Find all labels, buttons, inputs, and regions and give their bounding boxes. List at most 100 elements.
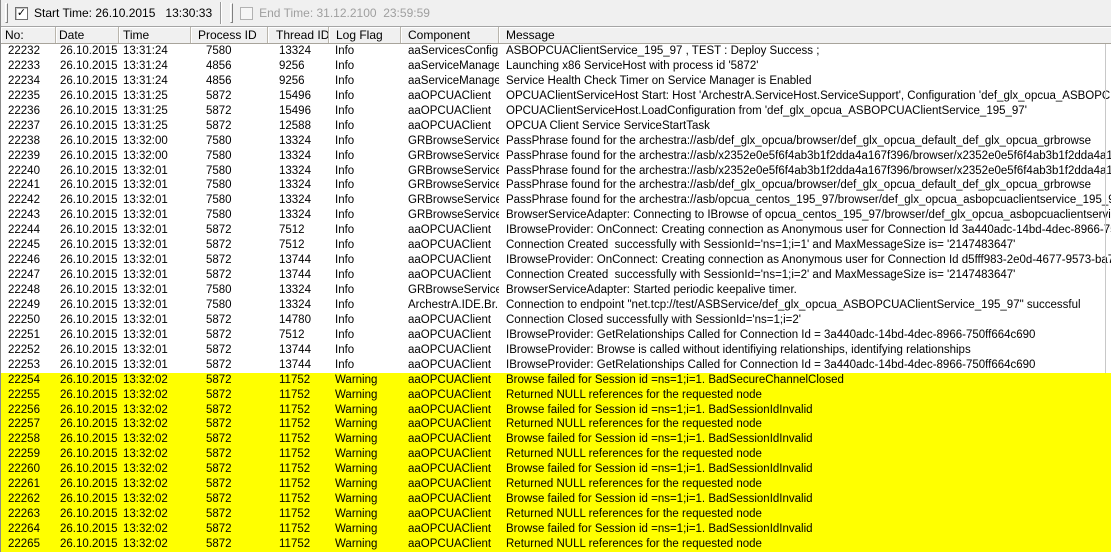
cell-log-flag: Warning: [329, 507, 401, 522]
log-row[interactable]: 2226026.10.201513:32:02587211752Warninga…: [1, 462, 1111, 477]
log-row[interactable]: 2224226.10.201513:32:01758013324InfoGRBr…: [1, 193, 1111, 208]
cell-log-flag: Warning: [329, 373, 401, 388]
log-row[interactable]: 2225126.10.201513:32:0158727512InfoaaOPC…: [1, 328, 1111, 343]
cell-thread-id: 7512: [268, 223, 329, 238]
cell-date: 26.10.2015: [56, 164, 119, 179]
cell-date: 26.10.2015: [56, 238, 119, 253]
cell-message: PassPhrase found for the archestra://asb…: [499, 149, 1111, 164]
column-header-component[interactable]: Component: [401, 27, 499, 43]
cell-process-id: 5872: [191, 223, 268, 238]
log-row[interactable]: 2224126.10.201513:32:01758013324InfoGRBr…: [1, 178, 1111, 193]
cell-process-id: 5872: [191, 388, 268, 403]
log-row[interactable]: 2224626.10.201513:32:01587213744InfoaaOP…: [1, 253, 1111, 268]
start-time-checkbox[interactable]: ✓: [15, 7, 28, 20]
cell-message: Connection Created successfully with Ses…: [499, 238, 1111, 253]
cell-log-flag: Warning: [329, 522, 401, 537]
cell-date: 26.10.2015: [56, 193, 119, 208]
log-row[interactable]: 2225326.10.201513:32:01587213744InfoaaOP…: [1, 358, 1111, 373]
cell-process-id: 7580: [191, 149, 268, 164]
cell-process-id: 5872: [191, 462, 268, 477]
cell-time: 13:32:02: [119, 447, 191, 462]
cell-component: aaOPCUAClient: [401, 104, 499, 119]
column-header-process-id[interactable]: Process ID: [191, 27, 268, 43]
cell-thread-id: 13744: [268, 253, 329, 268]
column-header-log-flag[interactable]: Log Flag: [329, 27, 401, 43]
cell-thread-id: 13744: [268, 268, 329, 283]
cell-time: 13:32:02: [119, 507, 191, 522]
cell-date: 26.10.2015: [56, 492, 119, 507]
log-row[interactable]: 2225026.10.201513:32:01587214780InfoaaOP…: [1, 313, 1111, 328]
cell-no: 22254: [1, 373, 56, 388]
log-row[interactable]: 2225226.10.201513:32:01587213744InfoaaOP…: [1, 343, 1111, 358]
log-row[interactable]: 2225626.10.201513:32:02587211752Warninga…: [1, 403, 1111, 418]
log-row[interactable]: 2223426.10.201513:31:2448569256InfoaaSer…: [1, 74, 1111, 89]
log-row[interactable]: 2225926.10.201513:32:02587211752Warninga…: [1, 447, 1111, 462]
log-row[interactable]: 2223826.10.201513:32:00758013324InfoGRBr…: [1, 134, 1111, 149]
cell-date: 26.10.2015: [56, 44, 119, 59]
cell-thread-id: 9256: [268, 74, 329, 89]
cell-component: aaOPCUAClient: [401, 537, 499, 552]
cell-no: 22256: [1, 403, 56, 418]
log-row[interactable]: 2223226.10.201513:31:24758013324InfoaaSe…: [1, 44, 1111, 59]
log-row[interactable]: 2224026.10.201513:32:01758013324InfoGRBr…: [1, 164, 1111, 179]
cell-time: 13:32:02: [119, 388, 191, 403]
log-row[interactable]: 2226326.10.201513:32:02587211752Warninga…: [1, 507, 1111, 522]
cell-log-flag: Info: [329, 208, 401, 223]
cell-time: 13:32:00: [119, 149, 191, 164]
cell-thread-id: 13324: [268, 208, 329, 223]
log-row[interactable]: 2224826.10.201513:32:01758013324InfoGRBr…: [1, 283, 1111, 298]
cell-thread-id: 13324: [268, 44, 329, 59]
log-row[interactable]: 2223726.10.201513:31:25587212588InfoaaOP…: [1, 119, 1111, 134]
cell-thread-id: 11752: [268, 462, 329, 477]
log-row[interactable]: 2223626.10.201513:31:25587215496InfoaaOP…: [1, 104, 1111, 119]
cell-no: 22248: [1, 283, 56, 298]
log-row[interactable]: 2224326.10.201513:32:01758013324InfoGRBr…: [1, 208, 1111, 223]
column-header-time[interactable]: Time: [119, 27, 191, 43]
log-row[interactable]: 2225726.10.201513:32:02587211752Warninga…: [1, 417, 1111, 432]
log-row[interactable]: 2224726.10.201513:32:01587213744InfoaaOP…: [1, 268, 1111, 283]
log-row[interactable]: 2226226.10.201513:32:02587211752Warninga…: [1, 492, 1111, 507]
cell-date: 26.10.2015: [56, 178, 119, 193]
cell-log-flag: Info: [329, 328, 401, 343]
log-row[interactable]: 2226126.10.201513:32:02587211752Warninga…: [1, 477, 1111, 492]
log-row[interactable]: 2226426.10.201513:32:02587211752Warninga…: [1, 522, 1111, 537]
cell-date: 26.10.2015: [56, 328, 119, 343]
cell-no: 22261: [1, 477, 56, 492]
log-row[interactable]: 2224526.10.201513:32:0158727512InfoaaOPC…: [1, 238, 1111, 253]
log-row[interactable]: 2226526.10.201513:32:02587211752Warninga…: [1, 537, 1111, 552]
cell-log-flag: Warning: [329, 477, 401, 492]
cell-no: 22255: [1, 388, 56, 403]
cell-log-flag: Info: [329, 223, 401, 238]
log-row[interactable]: 2225426.10.201513:32:02587211752Warninga…: [1, 373, 1111, 388]
column-header-message[interactable]: Message: [499, 27, 1111, 43]
log-row[interactable]: 2223926.10.201513:32:00758013324InfoGRBr…: [1, 149, 1111, 164]
log-row[interactable]: 2223326.10.201513:31:2448569256InfoaaSer…: [1, 59, 1111, 74]
cell-message: Returned NULL references for the request…: [499, 477, 1111, 492]
cell-date: 26.10.2015: [56, 522, 119, 537]
toolbar-grip-2[interactable]: [230, 3, 233, 23]
end-time-checkbox[interactable]: [240, 7, 253, 20]
cell-log-flag: Warning: [329, 537, 401, 552]
column-header-no[interactable]: No:: [1, 27, 56, 43]
cell-process-id: 7580: [191, 193, 268, 208]
cell-no: 22263: [1, 507, 56, 522]
cell-process-id: 5872: [191, 537, 268, 552]
cell-thread-id: 13324: [268, 178, 329, 193]
log-row[interactable]: 2224926.10.201513:32:01758013324InfoArch…: [1, 298, 1111, 313]
cell-date: 26.10.2015: [56, 89, 119, 104]
cell-date: 26.10.2015: [56, 343, 119, 358]
log-row[interactable]: 2224426.10.201513:32:0158727512InfoaaOPC…: [1, 223, 1111, 238]
cell-component: aaOPCUAClient: [401, 358, 499, 373]
cell-time: 13:32:02: [119, 403, 191, 418]
cell-process-id: 7580: [191, 134, 268, 149]
cell-no: 22250: [1, 313, 56, 328]
cell-log-flag: Warning: [329, 462, 401, 477]
toolbar-grip[interactable]: [5, 3, 8, 23]
cell-thread-id: 13324: [268, 164, 329, 179]
cell-date: 26.10.2015: [56, 447, 119, 462]
log-row[interactable]: 2223526.10.201513:31:25587215496InfoaaOP…: [1, 89, 1111, 104]
column-header-thread-id[interactable]: Thread ID: [268, 27, 329, 43]
log-row[interactable]: 2225526.10.201513:32:02587211752Warninga…: [1, 388, 1111, 403]
column-header-date[interactable]: Date: [56, 27, 119, 43]
log-row[interactable]: 2225826.10.201513:32:02587211752Warninga…: [1, 432, 1111, 447]
